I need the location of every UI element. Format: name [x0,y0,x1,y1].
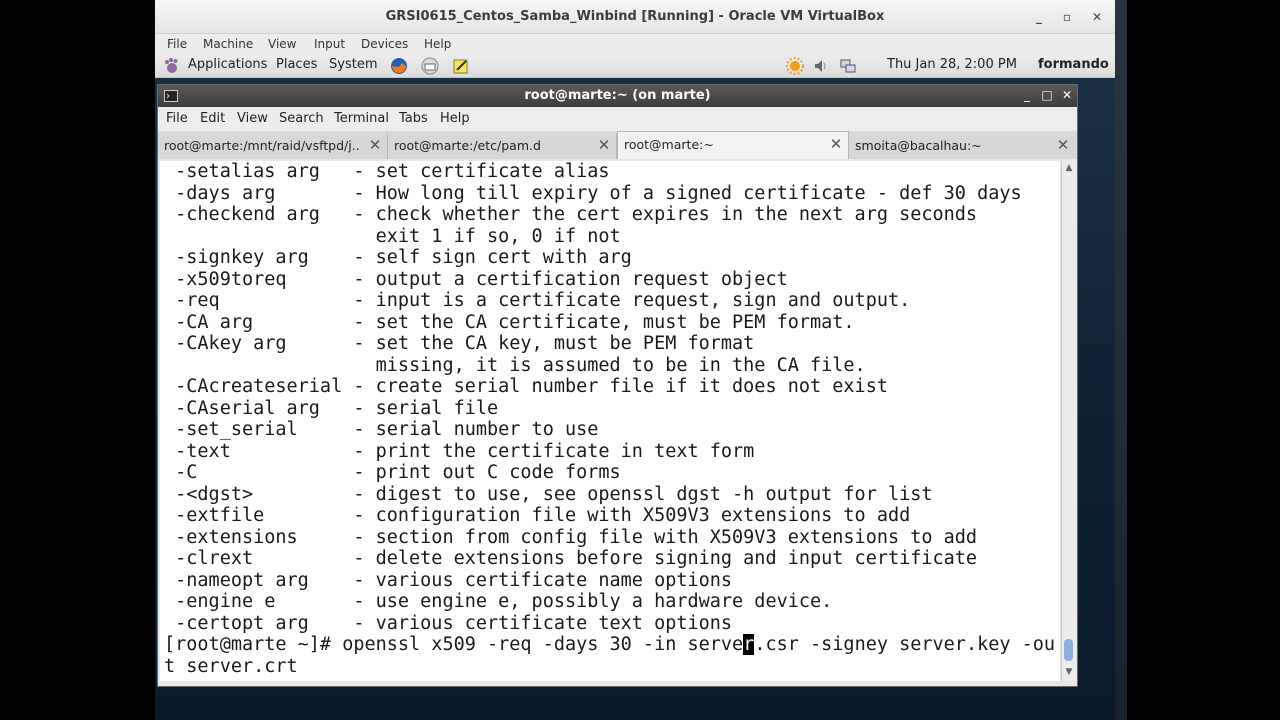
terminal-close-button[interactable]: ✕ [1059,87,1075,103]
terminal-menu-view[interactable]: View [237,111,268,126]
output-line: -CAcreateserial - create serial number f… [164,376,888,397]
terminal-titlebar: root@marte:~ (on marte) _ □ ✕ [158,85,1077,107]
command-before-cursor: [root@marte ~]# openssl x509 -req -days … [164,634,744,655]
gnome-top-panel: Applications Places System Thu Jan 28, 2… [155,54,1115,78]
output-line: -certopt arg - various certificate text … [164,612,733,634]
output-line: -req - input is a certificate request, s… [164,290,911,311]
window-edge [1115,0,1127,720]
output-line: missing, it is assumed to be in the CA f… [164,354,866,376]
firefox-icon[interactable] [390,57,408,75]
output-line: -set_serial - serial number to use [164,419,599,440]
terminal-tabs: root@marte:/mnt/raid/vsftpd/j... ✕ root@… [158,131,1077,159]
output-line: -C - print out C code forms [164,462,621,483]
volume-icon[interactable] [812,57,830,75]
minimize-button[interactable]: _ [1030,8,1048,26]
places-menu[interactable]: Places [276,57,317,72]
menu-input[interactable]: Input [314,37,345,51]
updates-sun-icon[interactable] [786,57,804,75]
terminal-minimize-button[interactable]: _ [1019,87,1035,103]
output-line: -CAserial arg - serial file [164,397,499,419]
output-line: -signkey arg - self sign cert with arg [164,247,632,268]
output-line: -x509toreq - output a certification requ… [164,268,788,290]
scrollbar-thumb[interactable] [1064,639,1073,661]
user-name[interactable]: formando [1038,57,1109,72]
virtualbox-titlebar: GRSI0615_Centos_Samba_Winbind [Running] … [155,0,1115,34]
tab-root-home[interactable]: root@marte:~ ✕ [617,131,849,159]
network-icon[interactable] [839,57,857,75]
close-tab-icon[interactable]: ✕ [596,137,612,153]
output-line: -checkend arg - check whether the cert e… [164,204,978,225]
terminal-menu-file[interactable]: File [166,111,188,126]
command-wrap-line: t server.crt [164,655,298,677]
output-line: -extfile - configuration file with X509V… [164,505,911,526]
tab-vsftpd[interactable]: root@marte:/mnt/raid/vsftpd/j... ✕ [158,133,388,159]
terminal-menu-help[interactable]: Help [440,111,470,126]
text-editor-icon[interactable] [452,57,470,75]
terminal-output[interactable]: -setalias arg - set certificate alias -d… [160,161,1060,681]
terminal-menu-search[interactable]: Search [279,111,324,126]
output-line: -text - print the certificate in text fo… [164,440,755,462]
maximize-button[interactable]: ▫ [1058,8,1076,26]
applications-menu[interactable]: Applications [188,57,267,72]
virtualbox-title: GRSI0615_Centos_Samba_Winbind [Running] … [385,9,885,24]
terminal-menu-edit[interactable]: Edit [200,111,225,126]
terminal-title: root@marte:~ (on marte) [524,88,711,103]
tab-smoita[interactable]: smoita@bacalhau:~ ✕ [849,133,1077,159]
menu-help[interactable]: Help [424,37,451,51]
host-background-left [0,0,155,720]
tab-label: smoita@bacalhau:~ [855,138,982,153]
output-line: -CA arg - set the CA certificate, must b… [164,311,855,333]
text-cursor: r [743,634,755,655]
output-line: exit 1 if so, 0 if not [164,225,621,247]
menu-file[interactable]: File [167,37,187,51]
menu-view[interactable]: View [268,37,296,51]
output-line: -CAkey arg - set the CA key, must be PEM… [164,333,755,354]
close-tab-icon[interactable]: ✕ [1055,137,1071,153]
output-line: -<dgst> - digest to use, see openssl dgs… [164,483,933,505]
output-line: -nameopt arg - various certificate name … [164,569,733,591]
tab-label: root@marte:/etc/pam.d [394,138,541,153]
menu-machine[interactable]: Machine [203,37,253,51]
terminal-maximize-button[interactable]: □ [1039,87,1055,103]
virtualbox-menubar: File Machine View Input Devices Help [155,34,1115,54]
output-line: -extensions - section from config file w… [164,526,978,548]
system-menu[interactable]: System [329,57,377,72]
close-tab-icon[interactable]: ✕ [828,136,844,152]
tab-label: root@marte:/mnt/raid/vsftpd/j... [164,138,360,153]
command-prompt-line[interactable]: [root@marte ~]# openssl x509 -req -days … [164,634,1055,656]
menu-devices[interactable]: Devices [361,37,408,51]
terminal-scrollbar[interactable]: ▲ ▼ [1061,161,1076,681]
close-button[interactable]: ✕ [1088,8,1106,26]
output-line: -setalias arg - set certificate alias [164,161,610,182]
applications-foot-icon [165,58,178,73]
output-line: -clrext - delete extensions before signi… [164,548,978,569]
scroll-up-icon[interactable]: ▲ [1062,161,1076,175]
email-client-icon[interactable] [421,57,439,75]
output-line: -engine e - use engine e, possibly a har… [164,591,833,612]
scroll-down-icon[interactable]: ▼ [1062,665,1076,679]
host-background-right [1127,0,1280,720]
close-tab-icon[interactable]: ✕ [367,137,383,153]
clock[interactable]: Thu Jan 28, 2:00 PM [887,57,1017,72]
tab-pam[interactable]: root@marte:/etc/pam.d ✕ [388,133,617,159]
terminal-menubar: File Edit View Search Terminal Tabs Help [158,107,1077,131]
command-after-cursor: .csr -signey server.key -ou [754,634,1056,655]
terminal-menu-terminal[interactable]: Terminal [334,111,389,126]
terminal-menu-tabs[interactable]: Tabs [399,111,428,126]
terminal-window: root@marte:~ (on marte) _ □ ✕ File Edit … [157,84,1078,687]
output-line: -days arg - How long till expiry of a si… [164,182,1022,204]
tab-label: root@marte:~ [624,137,714,152]
